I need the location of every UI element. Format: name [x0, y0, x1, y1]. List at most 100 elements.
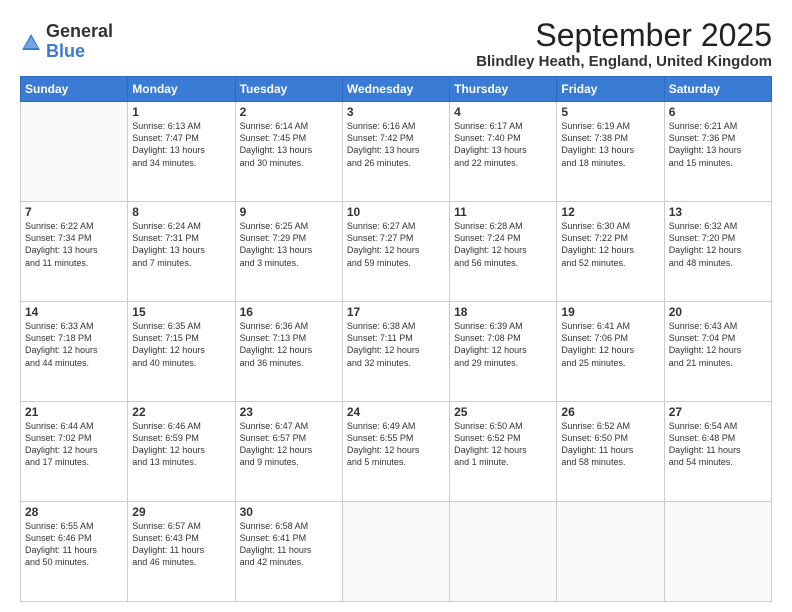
day-info: Sunrise: 6:41 AM Sunset: 7:06 PM Dayligh… [561, 320, 659, 369]
day-info: Sunrise: 6:55 AM Sunset: 6:46 PM Dayligh… [25, 520, 123, 569]
day-number: 15 [132, 305, 230, 319]
day-number: 11 [454, 205, 552, 219]
day-info: Sunrise: 6:50 AM Sunset: 6:52 PM Dayligh… [454, 420, 552, 469]
table-row: 12Sunrise: 6:30 AM Sunset: 7:22 PM Dayli… [557, 202, 664, 302]
table-row: 5Sunrise: 6:19 AM Sunset: 7:38 PM Daylig… [557, 102, 664, 202]
day-number: 17 [347, 305, 445, 319]
logo-blue: Blue [46, 42, 113, 62]
day-number: 26 [561, 405, 659, 419]
day-number: 3 [347, 105, 445, 119]
table-row: 30Sunrise: 6:58 AM Sunset: 6:41 PM Dayli… [235, 502, 342, 602]
day-info: Sunrise: 6:52 AM Sunset: 6:50 PM Dayligh… [561, 420, 659, 469]
col-sunday: Sunday [21, 77, 128, 102]
table-row: 6Sunrise: 6:21 AM Sunset: 7:36 PM Daylig… [664, 102, 771, 202]
table-row [557, 502, 664, 602]
table-row: 2Sunrise: 6:14 AM Sunset: 7:45 PM Daylig… [235, 102, 342, 202]
col-wednesday: Wednesday [342, 77, 449, 102]
calendar-week-row: 7Sunrise: 6:22 AM Sunset: 7:34 PM Daylig… [21, 202, 772, 302]
day-info: Sunrise: 6:27 AM Sunset: 7:27 PM Dayligh… [347, 220, 445, 269]
table-row: 14Sunrise: 6:33 AM Sunset: 7:18 PM Dayli… [21, 302, 128, 402]
day-info: Sunrise: 6:54 AM Sunset: 6:48 PM Dayligh… [669, 420, 767, 469]
table-row: 28Sunrise: 6:55 AM Sunset: 6:46 PM Dayli… [21, 502, 128, 602]
day-info: Sunrise: 6:21 AM Sunset: 7:36 PM Dayligh… [669, 120, 767, 169]
day-info: Sunrise: 6:17 AM Sunset: 7:40 PM Dayligh… [454, 120, 552, 169]
table-row [450, 502, 557, 602]
day-info: Sunrise: 6:38 AM Sunset: 7:11 PM Dayligh… [347, 320, 445, 369]
day-number: 7 [25, 205, 123, 219]
table-row: 1Sunrise: 6:13 AM Sunset: 7:47 PM Daylig… [128, 102, 235, 202]
day-info: Sunrise: 6:24 AM Sunset: 7:31 PM Dayligh… [132, 220, 230, 269]
day-number: 28 [25, 505, 123, 519]
day-number: 6 [669, 105, 767, 119]
page-header: General Blue September 2025 Blindley Hea… [20, 18, 772, 70]
table-row [664, 502, 771, 602]
logo-text: General Blue [46, 22, 113, 62]
logo: General Blue [20, 22, 113, 62]
table-row: 29Sunrise: 6:57 AM Sunset: 6:43 PM Dayli… [128, 502, 235, 602]
day-number: 8 [132, 205, 230, 219]
day-number: 27 [669, 405, 767, 419]
day-info: Sunrise: 6:32 AM Sunset: 7:20 PM Dayligh… [669, 220, 767, 269]
calendar-week-row: 28Sunrise: 6:55 AM Sunset: 6:46 PM Dayli… [21, 502, 772, 602]
day-info: Sunrise: 6:28 AM Sunset: 7:24 PM Dayligh… [454, 220, 552, 269]
day-info: Sunrise: 6:58 AM Sunset: 6:41 PM Dayligh… [240, 520, 338, 569]
table-row: 18Sunrise: 6:39 AM Sunset: 7:08 PM Dayli… [450, 302, 557, 402]
calendar: Sunday Monday Tuesday Wednesday Thursday… [20, 76, 772, 602]
day-info: Sunrise: 6:39 AM Sunset: 7:08 PM Dayligh… [454, 320, 552, 369]
table-row: 19Sunrise: 6:41 AM Sunset: 7:06 PM Dayli… [557, 302, 664, 402]
day-info: Sunrise: 6:57 AM Sunset: 6:43 PM Dayligh… [132, 520, 230, 569]
table-row: 26Sunrise: 6:52 AM Sunset: 6:50 PM Dayli… [557, 402, 664, 502]
col-thursday: Thursday [450, 77, 557, 102]
table-row: 20Sunrise: 6:43 AM Sunset: 7:04 PM Dayli… [664, 302, 771, 402]
day-number: 2 [240, 105, 338, 119]
day-number: 1 [132, 105, 230, 119]
day-info: Sunrise: 6:13 AM Sunset: 7:47 PM Dayligh… [132, 120, 230, 169]
day-number: 22 [132, 405, 230, 419]
day-info: Sunrise: 6:16 AM Sunset: 7:42 PM Dayligh… [347, 120, 445, 169]
day-info: Sunrise: 6:25 AM Sunset: 7:29 PM Dayligh… [240, 220, 338, 269]
col-tuesday: Tuesday [235, 77, 342, 102]
title-block: September 2025 Blindley Heath, England, … [476, 18, 772, 70]
day-info: Sunrise: 6:14 AM Sunset: 7:45 PM Dayligh… [240, 120, 338, 169]
calendar-header-row: Sunday Monday Tuesday Wednesday Thursday… [21, 77, 772, 102]
day-number: 12 [561, 205, 659, 219]
table-row [21, 102, 128, 202]
table-row: 22Sunrise: 6:46 AM Sunset: 6:59 PM Dayli… [128, 402, 235, 502]
day-number: 5 [561, 105, 659, 119]
table-row [342, 502, 449, 602]
day-number: 14 [25, 305, 123, 319]
table-row: 24Sunrise: 6:49 AM Sunset: 6:55 PM Dayli… [342, 402, 449, 502]
day-number: 19 [561, 305, 659, 319]
col-saturday: Saturday [664, 77, 771, 102]
table-row: 4Sunrise: 6:17 AM Sunset: 7:40 PM Daylig… [450, 102, 557, 202]
day-info: Sunrise: 6:35 AM Sunset: 7:15 PM Dayligh… [132, 320, 230, 369]
day-number: 23 [240, 405, 338, 419]
day-info: Sunrise: 6:36 AM Sunset: 7:13 PM Dayligh… [240, 320, 338, 369]
day-info: Sunrise: 6:49 AM Sunset: 6:55 PM Dayligh… [347, 420, 445, 469]
table-row: 17Sunrise: 6:38 AM Sunset: 7:11 PM Dayli… [342, 302, 449, 402]
table-row: 3Sunrise: 6:16 AM Sunset: 7:42 PM Daylig… [342, 102, 449, 202]
table-row: 7Sunrise: 6:22 AM Sunset: 7:34 PM Daylig… [21, 202, 128, 302]
day-number: 18 [454, 305, 552, 319]
table-row: 16Sunrise: 6:36 AM Sunset: 7:13 PM Dayli… [235, 302, 342, 402]
col-monday: Monday [128, 77, 235, 102]
day-number: 20 [669, 305, 767, 319]
table-row: 8Sunrise: 6:24 AM Sunset: 7:31 PM Daylig… [128, 202, 235, 302]
day-number: 16 [240, 305, 338, 319]
logo-icon [20, 32, 42, 54]
location: Blindley Heath, England, United Kingdom [476, 53, 772, 70]
table-row: 9Sunrise: 6:25 AM Sunset: 7:29 PM Daylig… [235, 202, 342, 302]
day-number: 9 [240, 205, 338, 219]
table-row: 25Sunrise: 6:50 AM Sunset: 6:52 PM Dayli… [450, 402, 557, 502]
day-number: 24 [347, 405, 445, 419]
day-number: 21 [25, 405, 123, 419]
day-number: 13 [669, 205, 767, 219]
logo-general: General [46, 22, 113, 42]
day-info: Sunrise: 6:30 AM Sunset: 7:22 PM Dayligh… [561, 220, 659, 269]
calendar-week-row: 1Sunrise: 6:13 AM Sunset: 7:47 PM Daylig… [21, 102, 772, 202]
day-number: 25 [454, 405, 552, 419]
table-row: 27Sunrise: 6:54 AM Sunset: 6:48 PM Dayli… [664, 402, 771, 502]
day-info: Sunrise: 6:47 AM Sunset: 6:57 PM Dayligh… [240, 420, 338, 469]
calendar-week-row: 14Sunrise: 6:33 AM Sunset: 7:18 PM Dayli… [21, 302, 772, 402]
table-row: 11Sunrise: 6:28 AM Sunset: 7:24 PM Dayli… [450, 202, 557, 302]
